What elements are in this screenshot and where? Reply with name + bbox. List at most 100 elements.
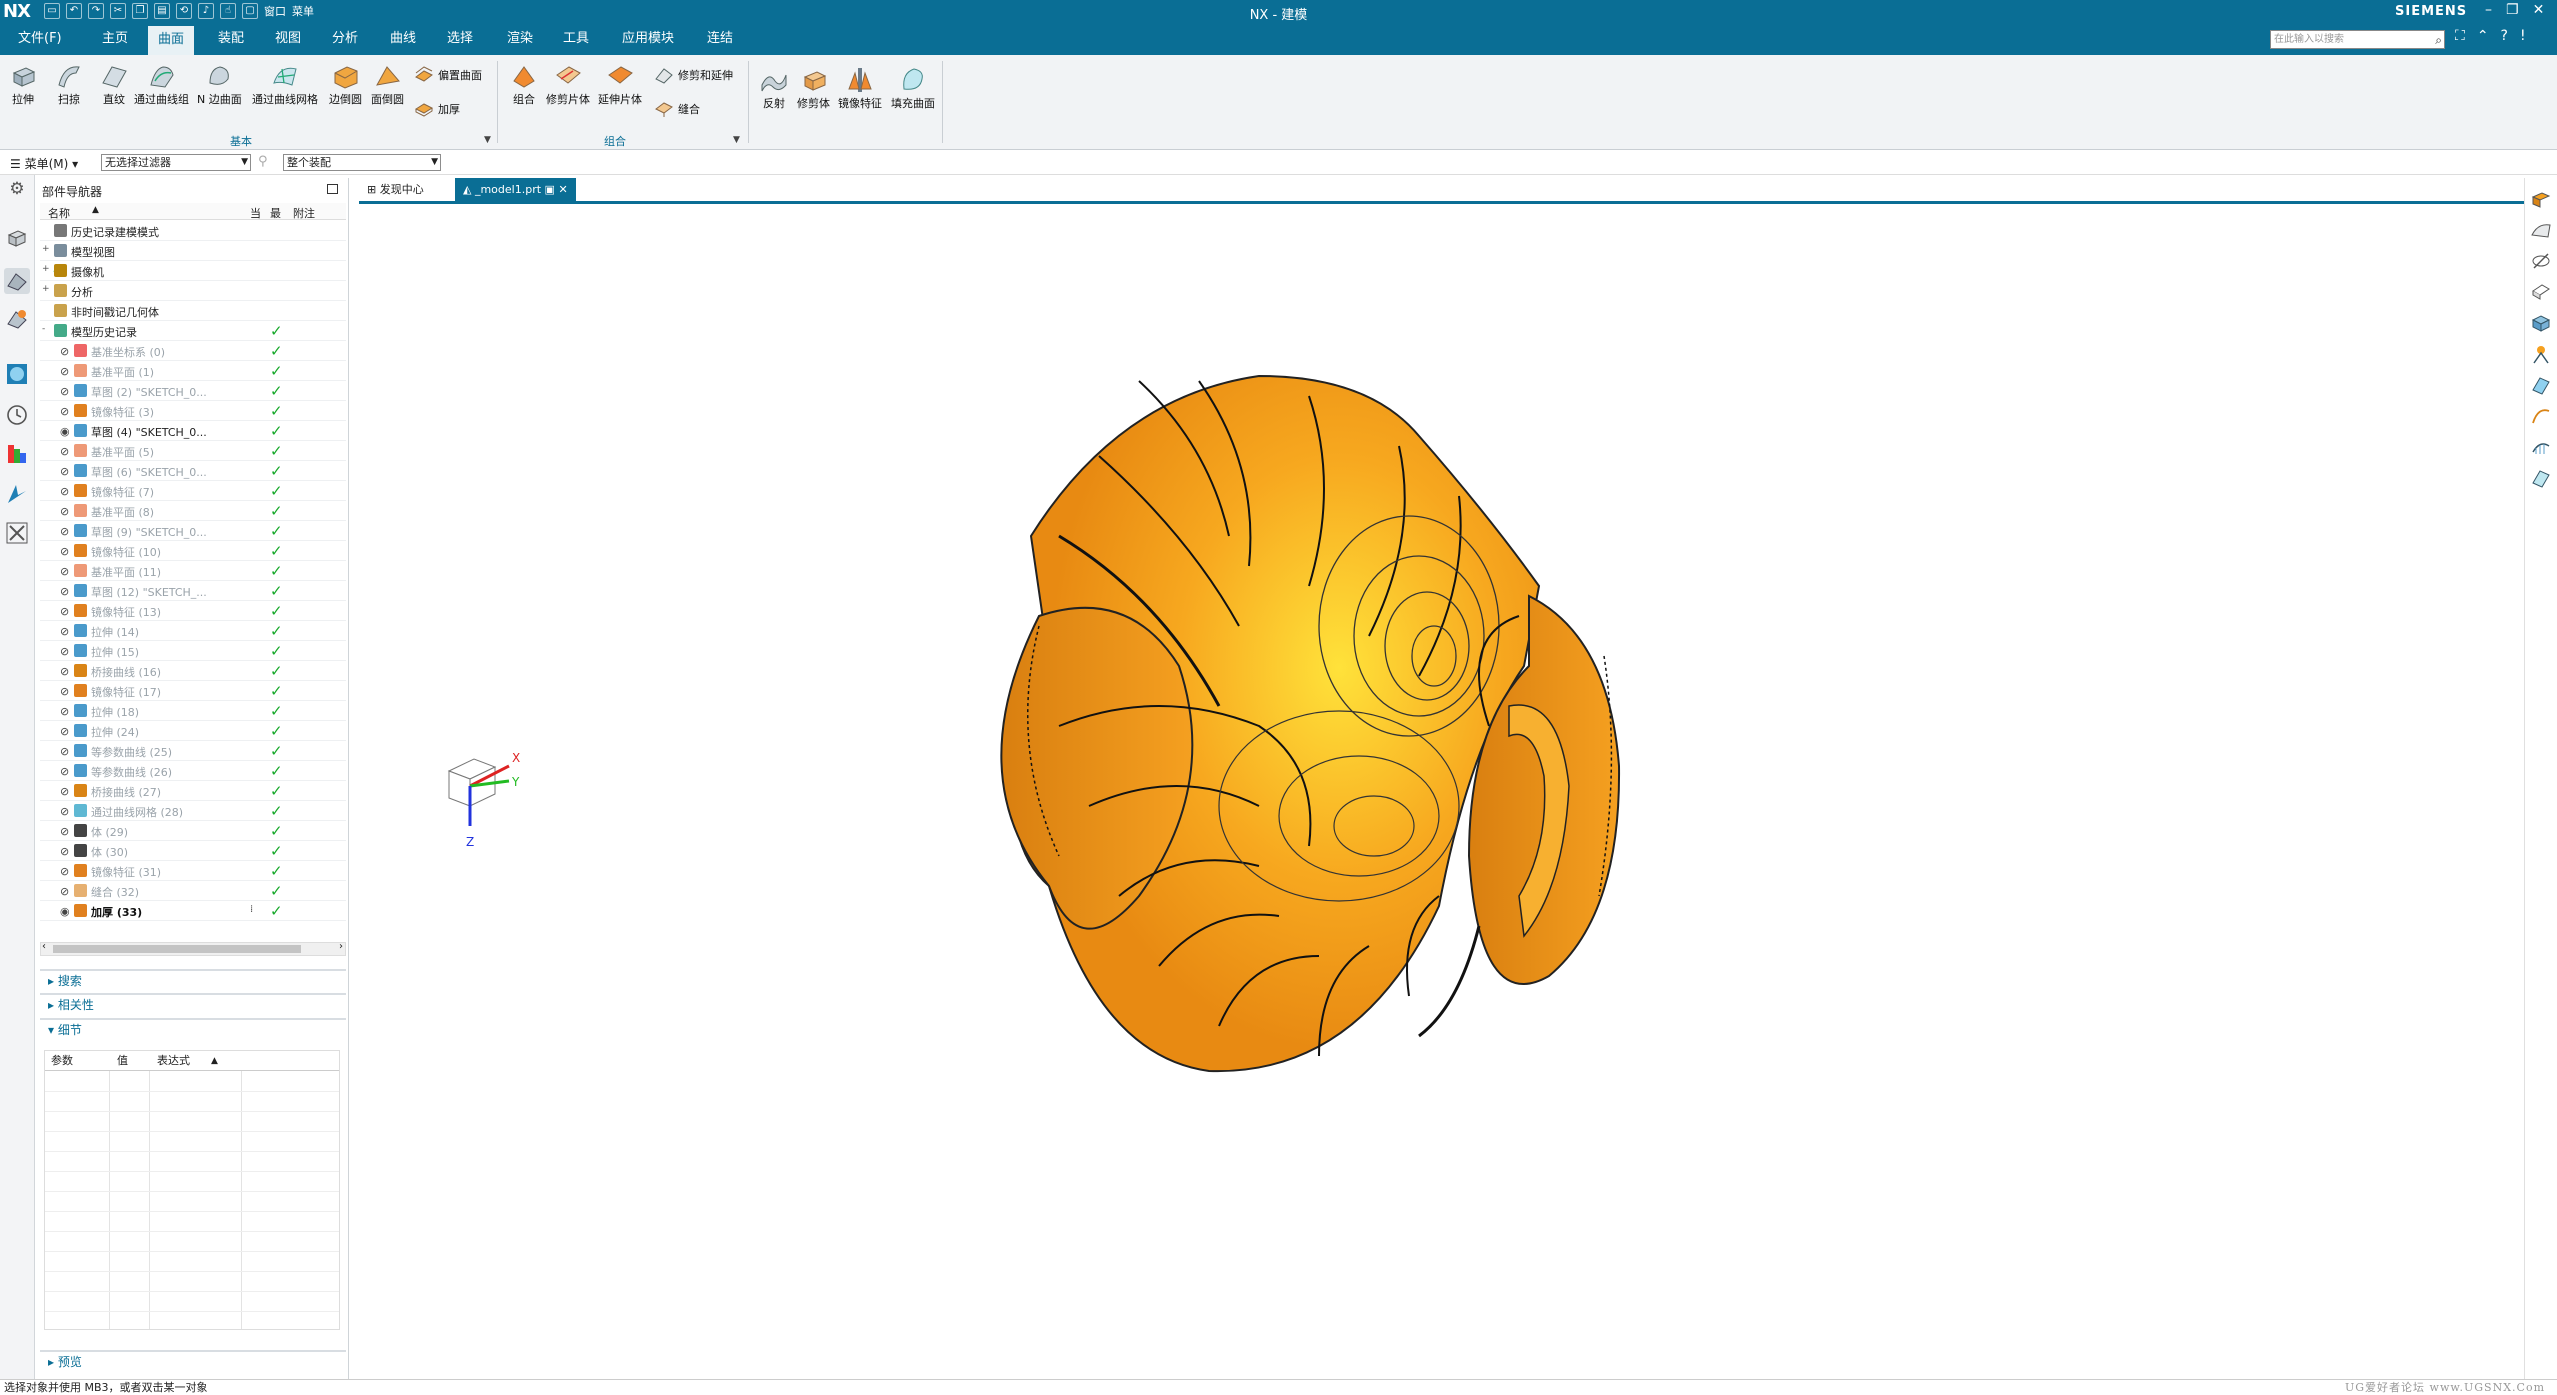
hidden-eye-icon[interactable]: ⊘ [60,685,69,698]
combine-button[interactable]: 组合 [509,61,539,107]
tree-row[interactable]: ⊘ 镜像特征 (10) ✓ [40,541,346,561]
tree-row[interactable]: ◉ 加厚 (33) ⁞ ✓ [40,901,346,921]
tab-view[interactable]: 视图 [265,23,311,55]
tree-row[interactable]: ⊘ 拉伸 (18) ✓ [40,701,346,721]
chevron-down-icon[interactable]: ▼ [733,135,740,145]
hidden-eye-icon[interactable]: ⊘ [60,765,69,778]
tree-row[interactable]: ⊘ 等参数曲线 (25) ✓ [40,741,346,761]
pin-icon[interactable]: ▣ [545,183,555,196]
cut-icon[interactable]: ✂ [110,3,126,19]
tree-row[interactable]: ⊘ 基准平面 (5) ✓ [40,441,346,461]
column-name[interactable]: 名称 [48,205,70,221]
hidden-eye-icon[interactable]: ⊘ [60,525,69,538]
scope-dropdown[interactable]: 整个装配 ▼ [283,154,441,171]
window-menu[interactable]: 窗口 [264,3,286,19]
type-filter-dropdown[interactable]: 无选择过滤器 ▼ [101,154,251,171]
tree-row[interactable]: ⊘ 通过曲线网格 (28) ✓ [40,801,346,821]
copy-icon[interactable]: ❐ [132,3,148,19]
command-search-input[interactable]: 在此输入以搜索 ⌕ [2270,30,2445,49]
microphone-icon[interactable]: ♪ [198,3,214,19]
tab-curve[interactable]: 曲线 [380,23,426,55]
model-viewport[interactable]: X Y Z [359,206,2524,1379]
hidden-eye-icon[interactable]: ⊘ [60,845,69,858]
tools-icon[interactable] [4,520,30,546]
hidden-eye-icon[interactable]: ⊘ [60,625,69,638]
tree-row[interactable]: ⊘ 镜像特征 (7) ✓ [40,481,346,501]
face-blend-button[interactable]: 面倒圆 [371,61,404,107]
constraint-navigator-icon[interactable] [4,306,30,332]
hidden-eye-icon[interactable]: ⊘ [60,865,69,878]
extend-sheet-button[interactable]: 延伸片体 [598,61,642,107]
tree-row[interactable]: ⊘ 体 (29) ✓ [40,821,346,841]
hidden-eye-icon[interactable]: ⊘ [60,505,69,518]
sweep-button[interactable]: 扫掠 [54,61,84,107]
tab-assembly[interactable]: 装配 [208,23,254,55]
tree-row[interactable]: ⊘ 镜像特征 (17) ✓ [40,681,346,701]
hidden-eye-icon[interactable]: ⊘ [60,885,69,898]
help-icon[interactable]: ? [2501,28,2508,44]
collapse-icon[interactable]: - [42,324,45,334]
trim-body-button[interactable]: 修剪体 [797,65,830,111]
section-search[interactable]: ▸ 搜索 [40,969,346,991]
hidden-eye-icon[interactable]: ⊘ [60,605,69,618]
tree-row[interactable]: + 模型视图 [40,241,346,261]
hidden-eye-icon[interactable]: ⊘ [60,565,69,578]
maximize-icon[interactable] [327,184,338,194]
curve-icon[interactable] [2530,405,2552,427]
tab-tools[interactable]: 工具 [553,23,599,55]
tree-row[interactable]: ⊘ 缝合 (32) ✓ [40,881,346,901]
details-col-value[interactable]: 值 [117,1051,128,1071]
undo-icon[interactable]: ↶ [66,3,82,19]
hidden-eye-icon[interactable]: ⊘ [60,645,69,658]
reflect-button[interactable]: 反射 [759,65,789,111]
hidden-eye-icon[interactable]: ⊘ [60,785,69,798]
studio-surface-icon[interactable] [2530,219,2552,241]
sort-ascending-icon[interactable]: ▲ [211,1051,218,1071]
hidden-eye-icon[interactable]: ⊘ [60,365,69,378]
thicken-button[interactable]: 加厚 [414,99,460,119]
hidden-eye-icon[interactable]: ⊘ [60,805,69,818]
tree-row[interactable]: +✓摄像机 [40,261,346,281]
through-curve-mesh-button[interactable]: 通过曲线网格 [252,61,318,107]
n-sided-surface-button[interactable]: N 边曲面 [197,61,242,107]
tab-surface[interactable]: 曲面 [148,23,195,55]
search-icon[interactable]: ⌕ [2435,32,2442,49]
minimize-icon[interactable]: – [2485,2,2492,18]
hidden-eye-icon[interactable]: ⊘ [60,405,69,418]
web-browser-icon[interactable] [4,361,30,387]
touch-mode-icon[interactable]: ☝ [220,3,236,19]
analysis-icon[interactable] [2530,343,2552,365]
hidden-eye-icon[interactable]: ⊘ [60,825,69,838]
tree-row[interactable]: ⊘ 基准坐标系 (0) ✓ [40,341,346,361]
tab-analysis[interactable]: 分析 [322,23,368,55]
hidden-eye-icon[interactable]: ⊘ [60,585,69,598]
offset-surface-button[interactable]: 偏置曲面 [414,65,482,85]
curve-analysis-icon[interactable] [2530,436,2552,458]
sew-button[interactable]: 缝合 [654,99,700,119]
tree-row[interactable]: ⊘ 拉伸 (15) ✓ [40,641,346,661]
tab-model-part[interactable]: ◭ _model1.prt ▣ ✕ [455,178,576,201]
tree-row[interactable]: ⊘ 基准平面 (8) ✓ [40,501,346,521]
shaded-with-edges-icon[interactable] [2530,188,2552,210]
ruled-button[interactable]: 直纹 [99,61,129,107]
hidden-eye-icon[interactable]: ⊘ [60,665,69,678]
edge-blend-button[interactable]: 边倒圆 [329,61,362,107]
window-icon[interactable]: ▢ [242,3,258,19]
paste-icon[interactable]: ▤ [154,3,170,19]
hidden-eye-icon[interactable]: ⊘ [60,445,69,458]
tab-applications[interactable]: 应用模块 [612,23,684,55]
chevron-down-icon[interactable]: ▼ [484,135,491,145]
filter-icon[interactable]: ⚲ [258,154,268,169]
expand-icon[interactable]: + [42,244,50,254]
tree-row[interactable]: ⊘ 桥接曲线 (27) ✓ [40,781,346,801]
tab-home[interactable]: 主页 [92,23,138,55]
trim-and-extend-button[interactable]: 修剪和延伸 [654,65,733,85]
visible-eye-icon[interactable]: ◉ [60,425,70,438]
close-icon[interactable]: ✕ [2533,2,2545,18]
extrude-button[interactable]: 拉伸 [8,61,38,107]
redo-icon[interactable]: ↷ [88,3,104,19]
mirror-feature-button[interactable]: 镜像特征 [838,65,882,111]
clip-section-icon[interactable] [2530,281,2552,303]
tree-row[interactable]: ⊘ 基准平面 (11) ✓ [40,561,346,581]
tree-row[interactable]: ⊘ 体 (30) ✓ [40,841,346,861]
